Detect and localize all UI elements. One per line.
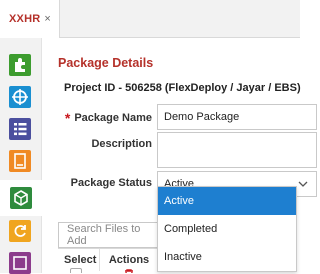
cube-icon — [10, 187, 32, 209]
sidebar-item-puzzle[interactable] — [9, 54, 31, 76]
description-field[interactable] — [157, 132, 317, 168]
table-row — [58, 268, 158, 273]
package-status-label: Package Status — [70, 177, 152, 189]
chevron-down-icon — [298, 181, 308, 187]
app-icon — [9, 252, 31, 274]
network-icon — [9, 86, 31, 108]
document-icon — [9, 150, 31, 172]
row-checkbox[interactable] — [70, 268, 82, 273]
package-name-value: Demo Package — [164, 111, 240, 123]
package-name-label-text: Package Name — [74, 112, 152, 124]
tab-strip: XXHR × — [0, 0, 300, 38]
package-name-label: * Package Name — [65, 110, 152, 126]
status-option-completed[interactable]: Completed — [158, 215, 296, 243]
description-label: Description — [91, 138, 152, 150]
tab-xxhr[interactable]: XXHR × — [0, 0, 60, 38]
sidebar — [0, 38, 42, 274]
status-option-active[interactable]: Active — [158, 187, 296, 215]
trash-icon[interactable] — [124, 268, 134, 273]
page-title: Package Details — [58, 56, 154, 70]
sidebar-item-document[interactable] — [9, 150, 31, 172]
sidebar-item-refresh[interactable] — [9, 220, 31, 242]
puzzle-icon — [9, 54, 31, 76]
package-name-field[interactable]: Demo Package — [157, 104, 317, 130]
search-placeholder: Search Files to Add — [67, 223, 141, 247]
close-icon[interactable]: × — [44, 13, 50, 25]
status-option-inactive[interactable]: Inactive — [158, 243, 296, 271]
sidebar-item-network[interactable] — [9, 86, 31, 108]
project-id: Project ID - 506258 (FlexDeploy / Jayar … — [64, 82, 301, 94]
required-indicator: * — [64, 110, 71, 126]
search-files-input[interactable]: Search Files to Add — [58, 222, 158, 248]
sidebar-item-app[interactable] — [9, 252, 31, 274]
list-icon — [9, 118, 31, 140]
tab-label: XXHR — [9, 13, 41, 25]
sidebar-item-package[interactable] — [0, 180, 42, 216]
package-status-dropdown: Active Completed Inactive — [157, 186, 297, 272]
sidebar-item-list[interactable] — [9, 118, 31, 140]
refresh-icon — [9, 220, 31, 242]
